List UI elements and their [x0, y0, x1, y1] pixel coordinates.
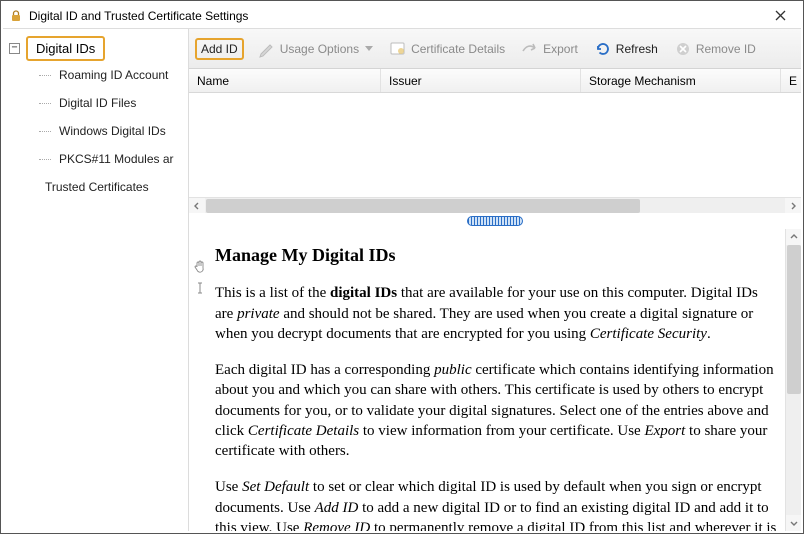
t: public [434, 362, 472, 378]
column-issuer[interactable]: Issuer [381, 69, 581, 92]
column-headers: Name Issuer Storage Mechanism E [189, 69, 801, 93]
column-extra[interactable]: E [781, 69, 801, 92]
certificate-details-button[interactable]: Certificate Details [383, 37, 511, 61]
scroll-down-icon[interactable] [786, 515, 801, 531]
right-panel: Add ID Usage Options Certificate Details [189, 29, 801, 531]
t: Certificate Security [590, 326, 707, 342]
t: Certificate Details [248, 423, 359, 439]
usage-options-button[interactable]: Usage Options [252, 37, 379, 61]
tree-item-label: Roaming ID Account [59, 68, 168, 82]
splitter[interactable] [189, 213, 801, 229]
column-label: E [789, 74, 797, 88]
tree-item-label: Trusted Certificates [45, 180, 149, 194]
pencil-icon [258, 40, 276, 58]
t: Use [215, 479, 242, 495]
refresh-label: Refresh [616, 42, 658, 56]
doc-paragraph-2: Each digital ID has a corresponding publ… [215, 360, 777, 461]
doc-paragraph-3: Use Set Default to set or clear which di… [215, 477, 777, 531]
tree-item-trusted-certificates[interactable]: Trusted Certificates [3, 173, 188, 201]
usage-options-label: Usage Options [280, 42, 359, 56]
export-arrow-icon [521, 40, 539, 58]
doc-heading: Manage My Digital IDs [215, 243, 777, 267]
window-title: Digital ID and Trusted Certificate Setti… [29, 9, 765, 23]
t: private [237, 306, 280, 322]
t: This is a list of the [215, 285, 330, 301]
splitter-grip-icon[interactable] [467, 216, 523, 226]
certificate-icon [389, 40, 407, 58]
vertical-scrollbar[interactable] [785, 229, 801, 531]
t: digital IDs [330, 285, 397, 301]
chevron-down-icon [365, 46, 373, 51]
export-button[interactable]: Export [515, 37, 584, 61]
tree-root-row[interactable]: − Digital IDs [3, 35, 188, 61]
toolbar: Add ID Usage Options Certificate Details [189, 29, 801, 69]
t: . [707, 326, 711, 342]
remove-id-label: Remove ID [696, 42, 756, 56]
lock-icon [9, 9, 23, 23]
doc-paragraph-1: This is a list of the digital IDs that a… [215, 283, 777, 344]
scroll-track[interactable] [786, 245, 801, 515]
t: Export [644, 423, 685, 439]
certificate-details-label: Certificate Details [411, 42, 505, 56]
tree-item-digital-id-files[interactable]: Digital ID Files [3, 89, 188, 117]
doc-content: Manage My Digital IDs This is a list of … [211, 229, 785, 531]
t: Add ID [315, 500, 359, 516]
tree-item-pkcs11-modules[interactable]: PKCS#11 Modules ar [3, 145, 188, 173]
t: Remove ID [303, 520, 370, 531]
title-bar: Digital ID and Trusted Certificate Setti… [3, 3, 801, 29]
tree-item-label: Windows Digital IDs [59, 124, 166, 138]
tree-item-windows-digital-ids[interactable]: Windows Digital IDs [3, 117, 188, 145]
tree-collapse-icon[interactable]: − [9, 43, 20, 54]
tree-item-label: Digital ID Files [59, 96, 136, 110]
export-label: Export [543, 42, 578, 56]
scroll-track[interactable] [206, 199, 784, 213]
column-label: Name [197, 74, 229, 88]
refresh-icon [594, 40, 612, 58]
tree-item-label: PKCS#11 Modules ar [59, 152, 174, 166]
ibeam-icon[interactable] [193, 281, 207, 295]
grid-body[interactable] [189, 93, 801, 197]
content-area: − Digital IDs Roaming ID Account Digital… [3, 29, 801, 531]
tree-item-roaming-id[interactable]: Roaming ID Account [3, 61, 188, 89]
tree-root-digital-ids[interactable]: Digital IDs [26, 36, 105, 61]
scroll-up-icon[interactable] [786, 229, 801, 245]
scroll-left-icon[interactable] [189, 198, 205, 214]
remove-id-button[interactable]: Remove ID [668, 37, 762, 61]
t: Set Default [242, 479, 309, 495]
add-id-label: Add ID [201, 42, 238, 56]
close-icon[interactable] [765, 4, 795, 28]
horizontal-scrollbar[interactable] [189, 197, 801, 213]
column-label: Issuer [389, 74, 422, 88]
column-name[interactable]: Name [189, 69, 381, 92]
doc-gutter [189, 229, 211, 531]
t: Each digital ID has a corresponding [215, 362, 434, 378]
t: to view information from your certificat… [359, 423, 644, 439]
hand-icon[interactable] [193, 259, 207, 273]
remove-circle-icon [674, 40, 692, 58]
column-label: Storage Mechanism [589, 74, 696, 88]
refresh-button[interactable]: Refresh [588, 37, 664, 61]
scroll-thumb[interactable] [787, 245, 801, 394]
add-id-button[interactable]: Add ID [195, 38, 244, 60]
scroll-right-icon[interactable] [785, 198, 801, 214]
document-pane: Manage My Digital IDs This is a list of … [189, 229, 801, 531]
column-storage[interactable]: Storage Mechanism [581, 69, 781, 92]
scroll-thumb[interactable] [206, 199, 640, 213]
sidebar-tree: − Digital IDs Roaming ID Account Digital… [3, 29, 189, 531]
